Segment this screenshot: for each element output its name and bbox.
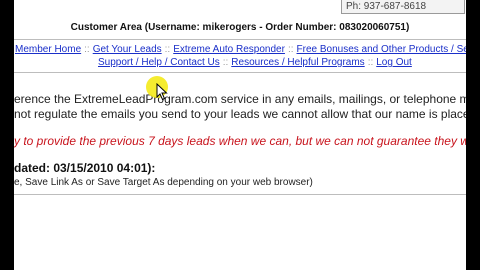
nav-extreme-auto-responder[interactable]: Extreme Auto Responder <box>173 44 285 55</box>
nav-log-out[interactable]: Log Out <box>376 57 412 68</box>
download-instructions: e, Save Link As or Save Target As depend… <box>14 177 313 188</box>
terms-text-1: erence the ExtremeLeadProgram.com servic… <box>14 92 466 106</box>
nav-separator: :: <box>84 44 90 55</box>
phone-number: Ph: 937-687-8618 <box>341 0 465 14</box>
nav-row-1: Member Home:: Get Your Leads:: Extreme Aut… <box>15 44 466 55</box>
customer-area-title: Customer Area (Username: mikerogers - Or… <box>70 22 410 33</box>
nav-resources-helpful-programs[interactable]: Resources / Helpful Programs <box>231 57 364 68</box>
nav-separator: :: <box>222 57 229 68</box>
browser-page: Ph: 937-687-8618 Customer Area (Username… <box>14 0 466 270</box>
nav-separator: :: <box>367 57 374 68</box>
mouse-pointer-icon <box>156 83 168 101</box>
divider-top <box>14 39 466 40</box>
nav-separator: :: <box>164 44 171 55</box>
terms-text-2: not regulate the emails you send to your… <box>14 107 466 121</box>
nav-get-your-leads[interactable]: Get Your Leads <box>93 44 162 55</box>
nav-separator: :: <box>287 44 294 55</box>
nav-free-bonuses[interactable]: Free Bonuses and Other Products / Se <box>297 44 466 55</box>
warning-text: y to provide the previous 7 days leads w… <box>14 134 466 148</box>
divider-nav <box>14 72 466 73</box>
leads-updated-heading: dated: 03/15/2010 04:01): <box>14 161 156 175</box>
nav-row-2: Support / Help / Contact Us:: Resources /… <box>98 57 412 68</box>
nav-member-home[interactable]: Member Home <box>15 44 81 55</box>
nav-support-help-contact[interactable]: Support / Help / Contact Us <box>98 57 220 68</box>
divider-bottom <box>14 194 466 195</box>
